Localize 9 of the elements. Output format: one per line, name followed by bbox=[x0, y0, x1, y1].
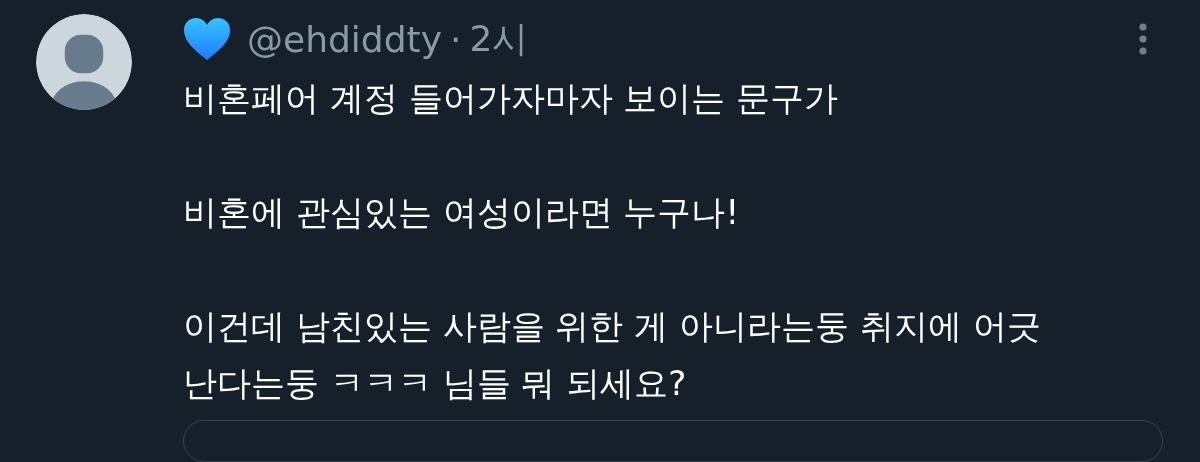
avatar-icon[interactable] bbox=[36, 14, 132, 110]
tweet-text: 이건데 남친있는 사람을 위한 게 아니라는둥 취지에 어긋난다는둥 ㅋㅋㅋ 님들 뭐 되세요? bbox=[183, 305, 1042, 405]
more-options-icon[interactable] bbox=[1138, 22, 1148, 56]
post-time[interactable]: 2시 bbox=[469, 14, 529, 64]
separator-dot: · bbox=[449, 18, 462, 60]
tweet-text: 비혼에 관심있는 여성이라면 누구나! bbox=[183, 191, 741, 234]
heart-icon bbox=[183, 17, 231, 61]
user-handle[interactable]: @ehdiddty bbox=[247, 18, 442, 60]
tweet-text: 비혼페어 계정 들어가자마자 보이는 문구가 bbox=[183, 77, 840, 120]
